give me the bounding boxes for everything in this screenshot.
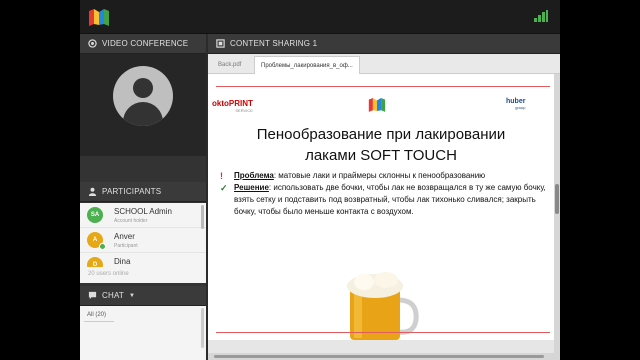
slide-bottom-rule <box>216 332 550 333</box>
participant-row[interactable]: D Dina <box>80 253 206 267</box>
app-logo-icon[interactable] <box>88 7 110 27</box>
users-online-count: 20 users online <box>80 267 206 283</box>
participant-name: Dina <box>114 257 131 266</box>
online-status-icon <box>99 243 106 250</box>
connection-signal-icon <box>534 10 548 22</box>
participants-title: PARTICIPANTS <box>102 186 162 196</box>
slide-logo-icon <box>368 97 386 112</box>
chat-title: CHAT <box>102 290 124 300</box>
user-avatar-icon <box>113 66 173 126</box>
video-conference-title: VIDEO CONFERENCE <box>102 38 189 48</box>
chat-area: All (20) <box>80 306 206 360</box>
participant-avatar: SA <box>87 207 103 223</box>
participant-row[interactable]: SA SCHOOL Admin Account holder <box>80 203 206 228</box>
top-bar <box>80 0 560 34</box>
chat-bubble-icon <box>88 291 97 300</box>
presentation-slide: oktoPRINT SERVICE huber group Пенообразо… <box>208 74 554 340</box>
vertical-scrollbar[interactable] <box>554 74 560 360</box>
horizontal-scrollbar[interactable] <box>208 353 554 360</box>
vertical-scroll-thumb[interactable] <box>555 184 559 214</box>
slide-top-rule <box>216 86 550 87</box>
huber-logo: huber group <box>506 98 526 110</box>
slide-title: Пенообразование при лакировании лаками S… <box>256 126 506 164</box>
person-icon <box>88 187 97 196</box>
tab-back-pdf[interactable]: Back.pdf <box>212 56 247 74</box>
horizontal-scroll-thumb[interactable] <box>214 355 544 358</box>
participants-scrollbar[interactable] <box>201 205 204 229</box>
content-sharing-header: CONTENT SHARING 1 <box>208 34 560 54</box>
participants-list: SA SCHOOL Admin Account holder A Anver P… <box>80 203 206 267</box>
document-tabs: Back.pdf Проблемы_лакирования_в_оф... <box>208 54 560 74</box>
video-conference-header: VIDEO CONFERENCE <box>80 34 206 54</box>
bullet-problem: ! Проблема: матовые лаки и праймеры скло… <box>220 171 486 181</box>
participant-name: Anver <box>114 232 135 241</box>
chat-scrollbar[interactable] <box>201 308 204 348</box>
left-column: VIDEO CONFERENCE PARTICIPANTS SA SCHOOL … <box>80 34 206 360</box>
content-sharing-title: CONTENT SHARING 1 <box>230 38 318 48</box>
participant-role: Account holder <box>114 218 148 224</box>
video-area <box>80 54 206 156</box>
chat-tab-all[interactable]: All (20) <box>84 309 114 322</box>
participant-name: SCHOOL Admin <box>114 207 172 216</box>
screen-share-icon <box>216 39 225 48</box>
video-icon <box>88 39 97 48</box>
exclamation-icon: ! <box>220 171 223 181</box>
participant-role: Participant <box>114 243 138 249</box>
oktoprint-logo: oktoPRINT SERVICE <box>212 99 253 113</box>
checkmark-icon: ✓ <box>220 183 228 193</box>
conference-app: VIDEO CONFERENCE PARTICIPANTS SA SCHOOL … <box>80 0 560 360</box>
participants-header: PARTICIPANTS <box>80 182 206 202</box>
right-column: CONTENT SHARING 1 Back.pdf Проблемы_лаки… <box>208 34 560 360</box>
beer-mug-image <box>347 272 419 340</box>
chat-header[interactable]: CHAT ▼ <box>80 286 206 306</box>
document-viewport: oktoPRINT SERVICE huber group Пенообразо… <box>208 74 560 360</box>
slide-bullets: ! Проблема: матовые лаки и праймеры скло… <box>220 170 546 218</box>
participant-avatar: D <box>87 257 103 267</box>
participant-row[interactable]: A Anver Participant <box>80 228 206 253</box>
tab-current-document[interactable]: Проблемы_лакирования_в_оф... <box>254 56 360 74</box>
chevron-down-icon[interactable]: ▼ <box>129 286 135 306</box>
bullet-solution: ✓ Решение: использовать две бочки, чтобы… <box>220 183 546 216</box>
